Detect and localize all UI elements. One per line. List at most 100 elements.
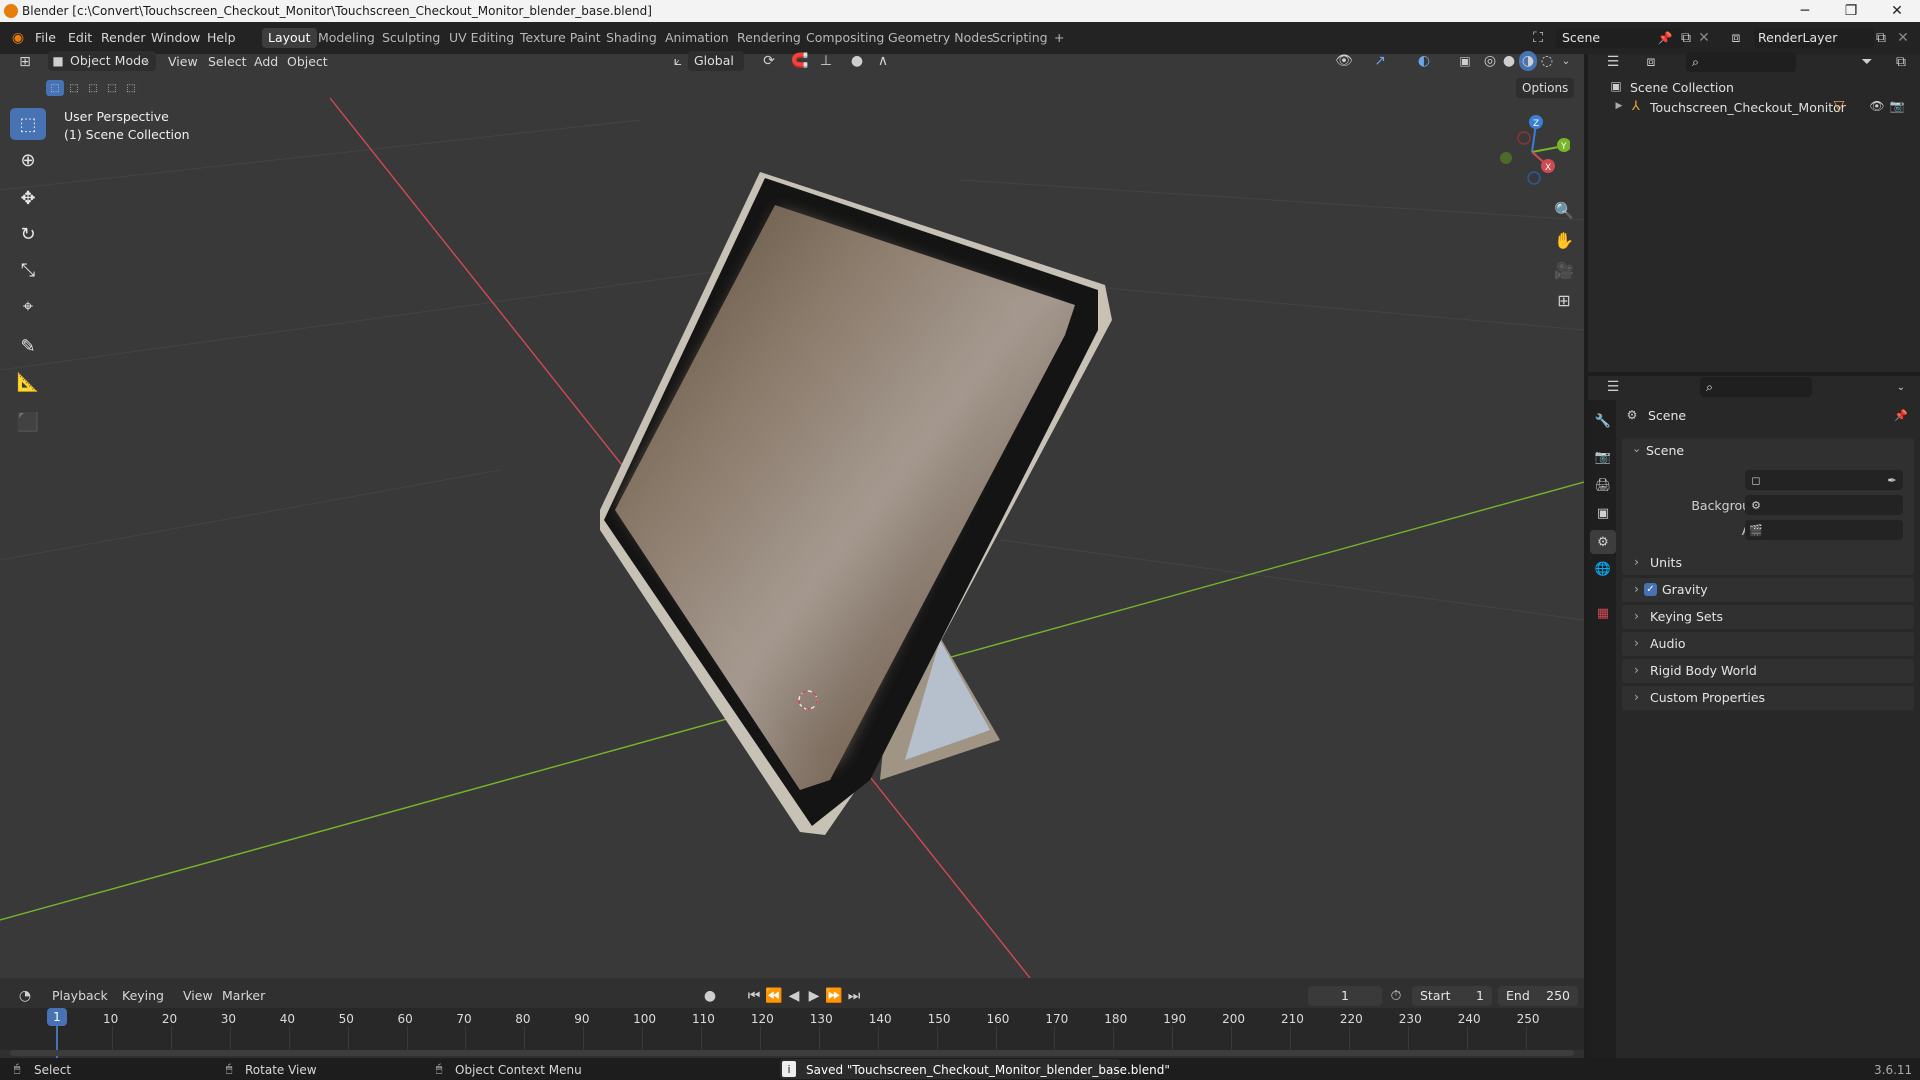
transform-orientation-selector[interactable]: Global xyxy=(688,51,744,71)
select-extend-icon[interactable]: ⬚ xyxy=(65,80,83,96)
section-chevron-icon[interactable]: ⌄ xyxy=(1632,442,1641,455)
outliner-editor-type-icon[interactable]: ☰ xyxy=(1598,52,1628,72)
render-camera-icon[interactable]: 📷 xyxy=(1888,98,1906,114)
menu-file[interactable]: File xyxy=(35,30,56,45)
outliner-scene-collection[interactable]: Scene Collection xyxy=(1630,80,1734,95)
delete-renderlayer-icon[interactable]: ✕ xyxy=(1894,28,1912,48)
eyedropper-icon[interactable]: ✒ xyxy=(1884,472,1900,488)
cursor-tool[interactable]: ⊕ xyxy=(10,144,46,176)
material-shading-icon[interactable]: ◑ xyxy=(1519,51,1537,71)
select-new-icon[interactable]: ⬚ xyxy=(46,80,64,96)
timeline-menu-marker[interactable]: Marker xyxy=(222,988,265,1003)
visibility-icon[interactable]: 👁 xyxy=(1330,51,1358,71)
active-clip-field[interactable] xyxy=(1745,520,1903,540)
viewport-menu-view[interactable]: View xyxy=(168,54,198,69)
properties-search-input[interactable]: ⌕ xyxy=(1700,377,1812,397)
renderlayer-selector[interactable]: RenderLayer xyxy=(1754,28,1874,48)
tab-uv-editing[interactable]: UV Editing xyxy=(443,28,520,48)
rendered-shading-icon[interactable]: ◌ xyxy=(1538,51,1556,71)
panel-audio[interactable]: › Audio xyxy=(1622,632,1914,656)
snap-target-icon[interactable]: ⊥ xyxy=(812,51,840,71)
camera-view-icon[interactable]: 🎥 xyxy=(1550,256,1578,284)
timeline-menu-playback[interactable]: Playback xyxy=(52,988,108,1003)
blender-menu-icon[interactable]: ◉ xyxy=(8,28,28,48)
viewport-menu-add[interactable]: Add xyxy=(254,54,278,69)
maximize-button[interactable]: ❐ xyxy=(1828,0,1874,22)
menu-window[interactable]: Window xyxy=(151,30,200,45)
jump-start-icon[interactable]: ⏮ xyxy=(744,986,764,1006)
overlay-toggle-icon[interactable]: ◐ xyxy=(1410,51,1438,71)
options-button[interactable]: Options xyxy=(1516,78,1575,98)
add-cube-tool[interactable]: ⬛ xyxy=(10,406,46,438)
properties-editor-type-icon[interactable]: ☰ xyxy=(1598,377,1628,397)
menu-render[interactable]: Render xyxy=(101,30,146,45)
panel-keying-sets[interactable]: › Keying Sets xyxy=(1622,605,1914,629)
tab-shading[interactable]: Shading xyxy=(600,28,663,48)
tab-rendering[interactable]: Rendering xyxy=(731,28,807,48)
panel-custom-properties[interactable]: › Custom Properties xyxy=(1622,686,1914,710)
current-frame-input[interactable]: 1 xyxy=(1308,986,1382,1006)
tab-scripting[interactable]: Scripting xyxy=(986,28,1054,48)
panel-rigid-body-world[interactable]: › Rigid Body World xyxy=(1622,659,1914,683)
prev-keyframe-icon[interactable]: ⏪ xyxy=(764,986,784,1006)
ortho-toggle-icon[interactable]: ⊞ xyxy=(1550,286,1578,314)
camera-field[interactable] xyxy=(1745,470,1903,490)
tab-compositing[interactable]: Compositing xyxy=(800,28,890,48)
world-tab-icon[interactable]: 🌐 xyxy=(1592,558,1614,580)
tab-animation[interactable]: Animation xyxy=(659,28,735,48)
background-scene-field[interactable] xyxy=(1745,495,1903,515)
transform-tool[interactable]: ⌖ xyxy=(10,290,46,322)
tool-tab-icon[interactable]: 🔧 xyxy=(1592,410,1614,432)
new-scene-icon[interactable]: ⧉ xyxy=(1676,28,1696,48)
tab-modeling[interactable]: Modeling xyxy=(312,28,381,48)
select-difference-icon[interactable]: ⬚ xyxy=(103,80,121,96)
menu-help[interactable]: Help xyxy=(207,30,236,45)
falloff-icon[interactable]: ∧ xyxy=(870,51,896,71)
timeline-editor-type-icon[interactable]: ◔ xyxy=(10,986,40,1006)
end-frame-input[interactable]: End 250 xyxy=(1498,986,1578,1006)
viewport-menu-select[interactable]: Select xyxy=(208,54,247,69)
pin-icon[interactable]: 📌 xyxy=(1656,28,1674,48)
tab-texture-paint[interactable]: Texture Paint xyxy=(514,28,607,48)
editor-type-icon[interactable]: ⊞ xyxy=(10,52,40,72)
zoom-icon[interactable]: 🔍 xyxy=(1550,196,1578,224)
properties-options-icon[interactable]: ⌄ xyxy=(1892,377,1910,397)
tab-sculpting[interactable]: Sculpting xyxy=(376,28,446,48)
snap-icon[interactable]: 🧲 xyxy=(790,51,810,71)
delete-scene-icon[interactable]: ✕ xyxy=(1696,28,1712,48)
filter-icon[interactable]: ⏷ xyxy=(1852,52,1882,72)
jump-end-icon[interactable]: ⏭ xyxy=(844,986,864,1006)
start-frame-input[interactable]: Start 1 xyxy=(1412,986,1492,1006)
pan-hand-icon[interactable]: ✋ xyxy=(1550,226,1578,254)
new-collection-icon[interactable]: ⧉ xyxy=(1890,52,1912,72)
scene-section-title[interactable]: Scene xyxy=(1646,443,1684,458)
scale-tool[interactable]: ⤡ xyxy=(10,254,46,286)
properties-pin-icon[interactable]: 📌 xyxy=(1892,406,1910,424)
play-icon[interactable]: ▶ xyxy=(804,986,824,1006)
expand-arrow-icon[interactable]: ▶ xyxy=(1612,98,1626,114)
viewport-3d[interactable] xyxy=(0,54,1584,978)
next-keyframe-icon[interactable]: ⏩ xyxy=(824,986,844,1006)
gravity-checkbox[interactable]: ✓ xyxy=(1644,583,1657,596)
tab-geometry-nodes[interactable]: Geometry Nodes xyxy=(882,28,999,48)
scene-browse-icon[interactable]: ⛶ xyxy=(1524,28,1552,48)
xray-toggle-icon[interactable]: ▣ xyxy=(1456,51,1474,71)
menu-edit[interactable]: Edit xyxy=(68,30,92,45)
outliner-item-touchscreen-checkout-monitor[interactable]: Touchscreen_Checkout_Monitor xyxy=(1650,100,1846,115)
auto-keying-icon[interactable]: ● xyxy=(700,986,720,1006)
move-tool[interactable]: ✥ xyxy=(10,182,46,214)
pivot-point-icon[interactable]: ⟳ xyxy=(754,51,784,71)
outliner-search-input[interactable]: ⌕ xyxy=(1686,52,1796,72)
outliner-display-mode-icon[interactable]: ⧈ xyxy=(1636,52,1666,72)
close-button[interactable]: ✕ xyxy=(1874,0,1920,22)
tab-layout[interactable]: Layout xyxy=(262,28,317,48)
add-workspace-button[interactable]: + xyxy=(1048,28,1070,48)
solid-shading-icon[interactable]: ● xyxy=(1500,51,1518,71)
timeline-menu-keying[interactable]: Keying xyxy=(122,988,164,1003)
select-subtract-icon[interactable]: ⬚ xyxy=(84,80,102,96)
render-tab-icon[interactable]: 📷 xyxy=(1592,446,1614,468)
play-reverse-icon[interactable]: ◀ xyxy=(784,986,804,1006)
shading-options-icon[interactable]: ⌄ xyxy=(1558,51,1574,71)
eye-visibility-icon[interactable]: 👁 xyxy=(1868,98,1886,114)
navigation-gizmo[interactable]: Z Y X xyxy=(1490,110,1570,190)
